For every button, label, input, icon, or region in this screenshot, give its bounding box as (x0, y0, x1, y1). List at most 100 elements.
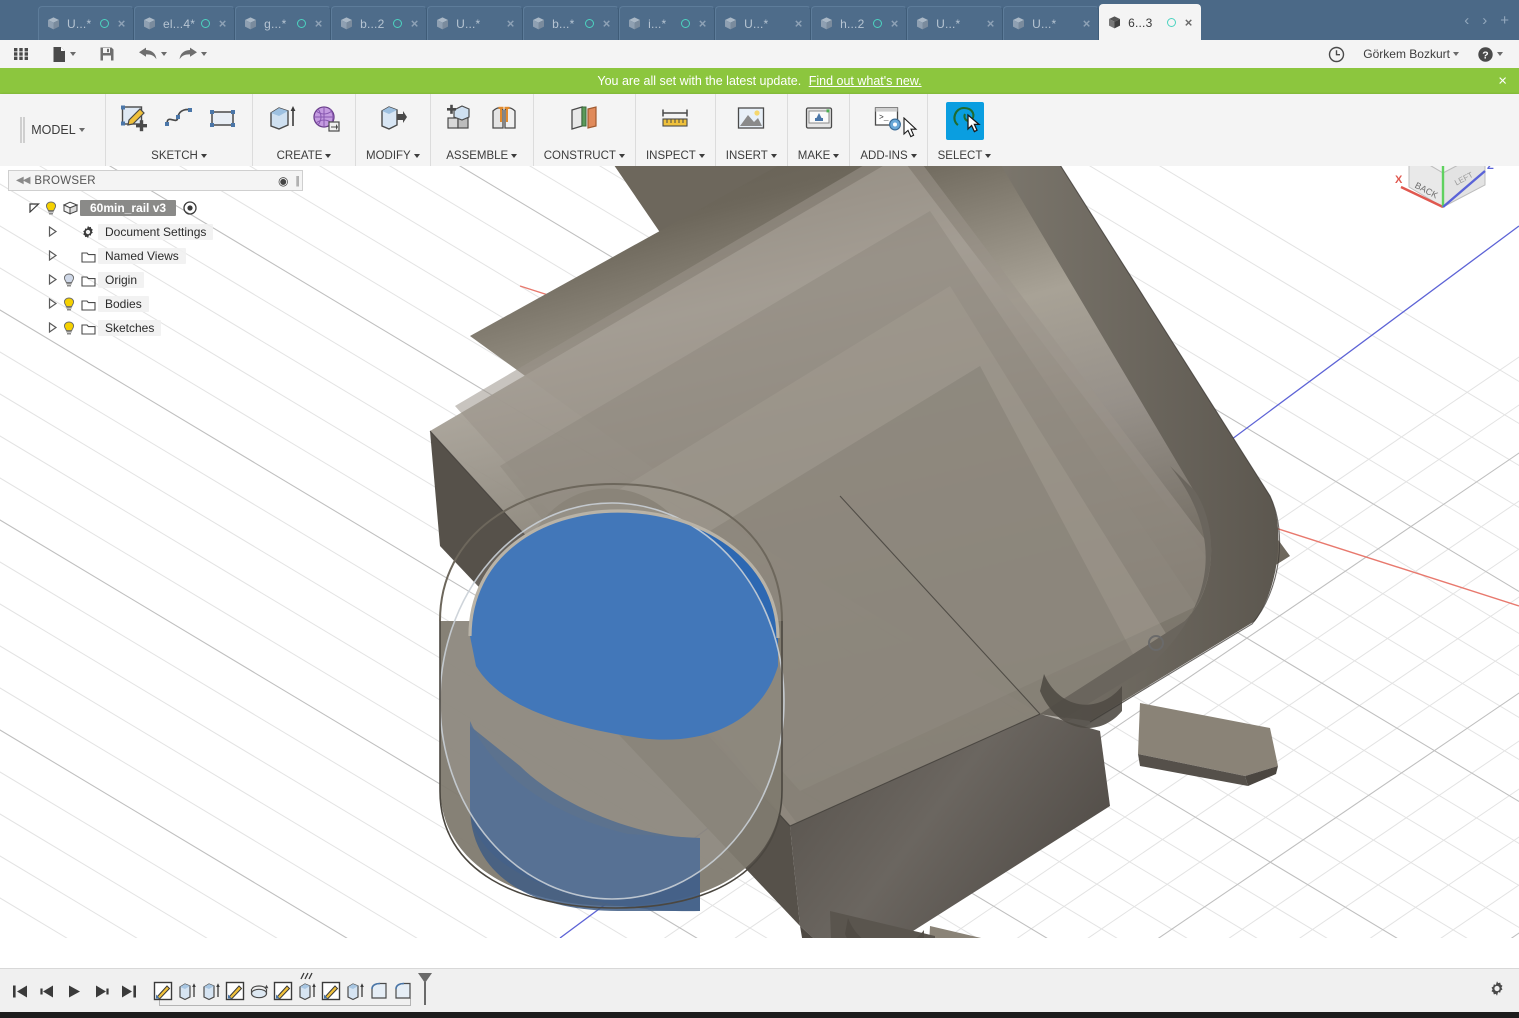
undo-button[interactable] (134, 42, 171, 66)
rail-body[interactable] (430, 166, 1290, 938)
timeline-extrude-4[interactable] (343, 978, 367, 1004)
chevron-right-icon[interactable] (44, 226, 60, 239)
ribbon-group-title-select[interactable]: SELECT (938, 150, 992, 166)
redo-button[interactable] (174, 42, 211, 66)
browser-resize-grip[interactable]: ||| (290, 175, 298, 187)
create-form-button[interactable] (307, 102, 345, 140)
chevron-right-icon[interactable] (44, 298, 60, 311)
browser-tree-item[interactable]: Named Views (26, 244, 303, 268)
visibility-bulb-icon[interactable] (60, 321, 78, 336)
spline-button[interactable] (160, 102, 198, 140)
visibility-bulb-icon[interactable] (42, 201, 60, 216)
timeline-extrude-2[interactable] (199, 978, 223, 1004)
show-data-panel-button[interactable] (9, 42, 33, 66)
document-tab-close-icon[interactable]: × (408, 17, 421, 30)
document-tab[interactable]: g...*× (235, 6, 331, 40)
measure-button[interactable] (656, 102, 694, 140)
joint-button[interactable] (485, 102, 523, 140)
document-tab-close-icon[interactable]: × (984, 17, 997, 30)
file-menu-button[interactable] (48, 42, 80, 66)
document-tab[interactable]: b...2× (331, 6, 427, 40)
play-button[interactable] (62, 978, 87, 1004)
ribbon-group-title-insert[interactable]: INSERT (726, 150, 777, 166)
save-button[interactable] (95, 42, 119, 66)
step-back-button[interactable] (35, 978, 60, 1004)
scripts-addins-button[interactable]: >_ (869, 102, 907, 140)
step-forward-button[interactable] (89, 978, 114, 1004)
browser-tree-item[interactable]: Sketches (26, 316, 303, 340)
timeline-sketch-4[interactable] (319, 978, 343, 1004)
document-tab-close-icon[interactable]: × (1080, 17, 1093, 30)
document-tab-close-icon[interactable]: × (600, 17, 613, 30)
go-to-end-button[interactable] (116, 978, 141, 1004)
document-tab-close-icon[interactable]: × (792, 17, 805, 30)
browser-minimize-icon[interactable]: ◉ (278, 174, 290, 188)
rectangle-button[interactable] (204, 102, 242, 140)
ribbon-group-title-create[interactable]: CREATE (277, 150, 332, 166)
tab-next-icon[interactable]: › (1482, 13, 1487, 28)
3d-print-button[interactable] (800, 102, 838, 140)
ribbon-group-title-modify[interactable]: MODIFY (366, 150, 420, 166)
browser-tree-item[interactable]: Bodies (26, 292, 303, 316)
visibility-bulb-icon[interactable] (60, 273, 78, 288)
notification-close-icon[interactable]: × (1498, 74, 1507, 89)
chevron-right-icon[interactable] (44, 274, 60, 287)
document-tab[interactable]: el...4*× (134, 6, 235, 40)
job-status-button[interactable] (1324, 42, 1349, 66)
offset-plane-button[interactable] (565, 102, 603, 140)
document-tab-close-icon[interactable]: × (312, 17, 325, 30)
browser-tree-item[interactable]: 60min_rail v3 (26, 196, 303, 220)
document-tab-close-icon[interactable]: × (504, 17, 517, 30)
extrude-button[interactable] (263, 102, 301, 140)
view-cube[interactable]: TOP BACK LEFT X Y Z (1379, 166, 1509, 241)
ribbon-group-title-sketch[interactable]: SKETCH (151, 150, 207, 166)
viewport-canvas[interactable]: TOP BACK LEFT X Y Z (0, 166, 1519, 938)
document-tab-close-icon[interactable]: × (1182, 16, 1195, 29)
select-button[interactable] (946, 102, 984, 140)
document-tab[interactable]: h...2× (811, 6, 907, 40)
document-tab[interactable]: U...*× (715, 6, 811, 40)
document-tab[interactable]: i...*× (619, 6, 715, 40)
ribbon-group-title-assemble[interactable]: ASSEMBLE (446, 150, 517, 166)
timeline-end-marker[interactable] (417, 972, 433, 1011)
ribbon-group-title-construct[interactable]: CONSTRUCT (544, 150, 625, 166)
timeline-sketch-1[interactable] (151, 978, 175, 1004)
document-tab-close-icon[interactable]: × (696, 17, 709, 30)
workspace-switcher[interactable]: MODEL (0, 94, 106, 166)
whats-new-link[interactable]: Find out what's new. (809, 74, 922, 88)
visibility-bulb-icon[interactable] (60, 297, 78, 312)
press-pull-button[interactable] (374, 102, 412, 140)
chevron-right-icon[interactable] (44, 322, 60, 335)
help-button[interactable]: ? (1473, 42, 1507, 66)
document-tab[interactable]: U...*× (427, 6, 523, 40)
timeline-fillet-2[interactable] (391, 978, 415, 1004)
timeline-fillet-1[interactable] (367, 978, 391, 1004)
new-tab-icon[interactable]: + (1500, 13, 1509, 28)
ribbon-group-title-make[interactable]: MAKE (798, 150, 840, 166)
ribbon-group-title-inspect[interactable]: INSPECT (646, 150, 705, 166)
ribbon-group-title-addins[interactable]: ADD-INS (860, 150, 916, 166)
timeline-extrude-1[interactable] (175, 978, 199, 1004)
timeline-revolve-1[interactable] (247, 978, 271, 1004)
go-to-beginning-button[interactable] (8, 978, 33, 1004)
document-tab-close-icon[interactable]: × (888, 17, 901, 30)
browser-tree-item[interactable]: Origin (26, 268, 303, 292)
component-activate-icon[interactable] (183, 201, 197, 215)
browser-tree-item[interactable]: Document Settings (26, 220, 303, 244)
insert-mcmaster-button[interactable] (732, 102, 770, 140)
timeline-sketch-3[interactable] (271, 978, 295, 1004)
document-tab[interactable]: b...*× (523, 6, 619, 40)
document-tab[interactable]: U...*× (1003, 6, 1099, 40)
document-tab-close-icon[interactable]: × (115, 17, 128, 30)
create-sketch-button[interactable] (116, 102, 154, 140)
document-tab[interactable]: 6...3× (1099, 4, 1201, 40)
chevron-down-icon[interactable] (26, 202, 42, 215)
browser-collapse-icon[interactable]: ◀◀ (13, 175, 34, 186)
timeline-extrude-3[interactable] (295, 978, 319, 1004)
document-tab[interactable]: U...*× (38, 6, 134, 40)
document-tab-close-icon[interactable]: × (216, 17, 229, 30)
timeline-settings-button[interactable] (1489, 981, 1505, 1002)
document-tab[interactable]: U...*× (907, 6, 1003, 40)
new-component-button[interactable] (441, 102, 479, 140)
tab-prev-icon[interactable]: ‹ (1464, 13, 1469, 28)
